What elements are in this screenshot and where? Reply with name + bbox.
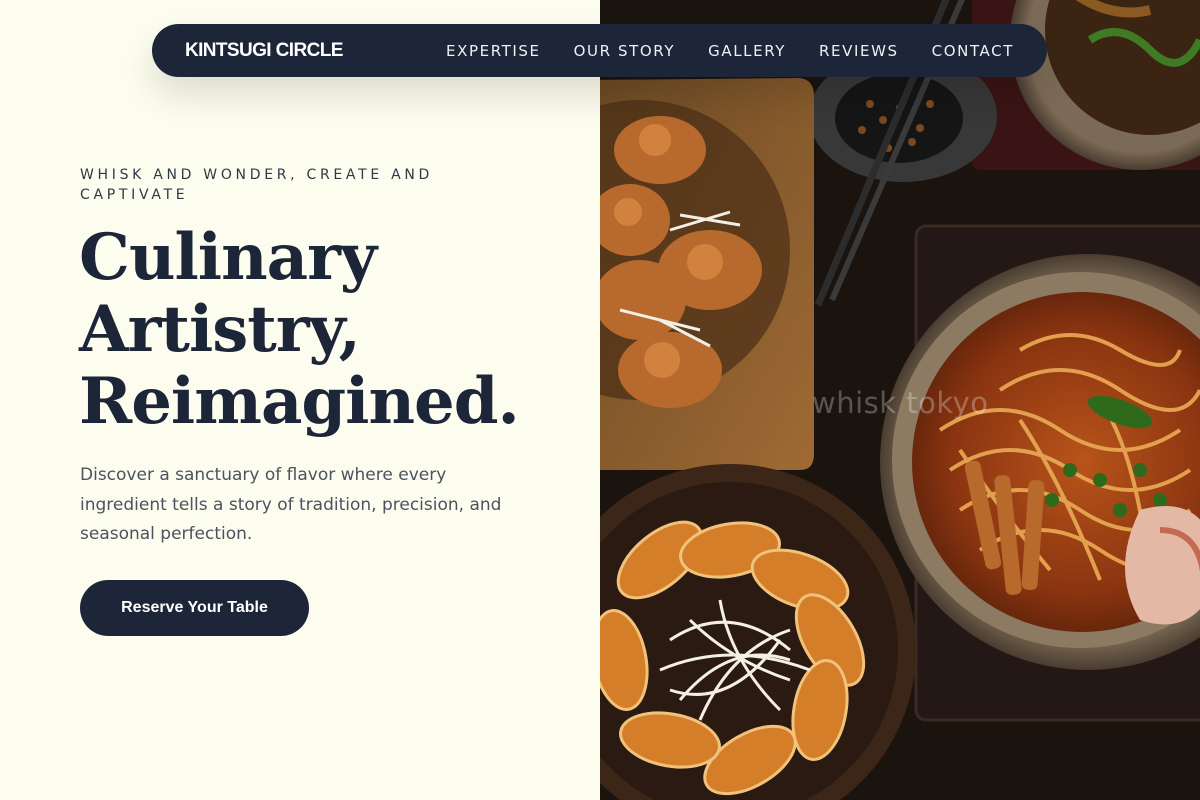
nav-link-expertise[interactable]: EXPERTISE	[446, 42, 541, 60]
headline-line-3: Reimagined.	[79, 364, 520, 439]
hero-food-photo: whisk tokyo	[600, 0, 1200, 800]
nav-links: EXPERTISE OUR STORY GALLERY REVIEWS CONT…	[446, 42, 1014, 60]
brand-logo[interactable]: KINTSUGI CIRCLE	[185, 40, 343, 62]
watermark-text: whisk tokyo	[812, 386, 989, 420]
reserve-table-button[interactable]: Reserve Your Table	[80, 580, 309, 636]
nav-link-contact[interactable]: CONTACT	[932, 42, 1014, 60]
headline-line-1: Culinary	[79, 220, 377, 295]
hero-eyebrow: WHISK AND WONDER, CREATE AND CAPTIVATE	[80, 167, 434, 203]
top-navigation: KINTSUGI CIRCLE EXPERTISE OUR STORY GALL…	[152, 24, 1047, 77]
hero-description: Discover a sanctuary of flavor where eve…	[80, 465, 502, 544]
nav-link-gallery[interactable]: GALLERY	[708, 42, 786, 60]
headline-line-2: Artistry,	[79, 292, 361, 367]
hero-headline: Culinary Artistry, Reimagined.	[79, 222, 579, 438]
nav-link-our-story[interactable]: OUR STORY	[574, 42, 676, 60]
nav-link-reviews[interactable]: REVIEWS	[819, 42, 899, 60]
